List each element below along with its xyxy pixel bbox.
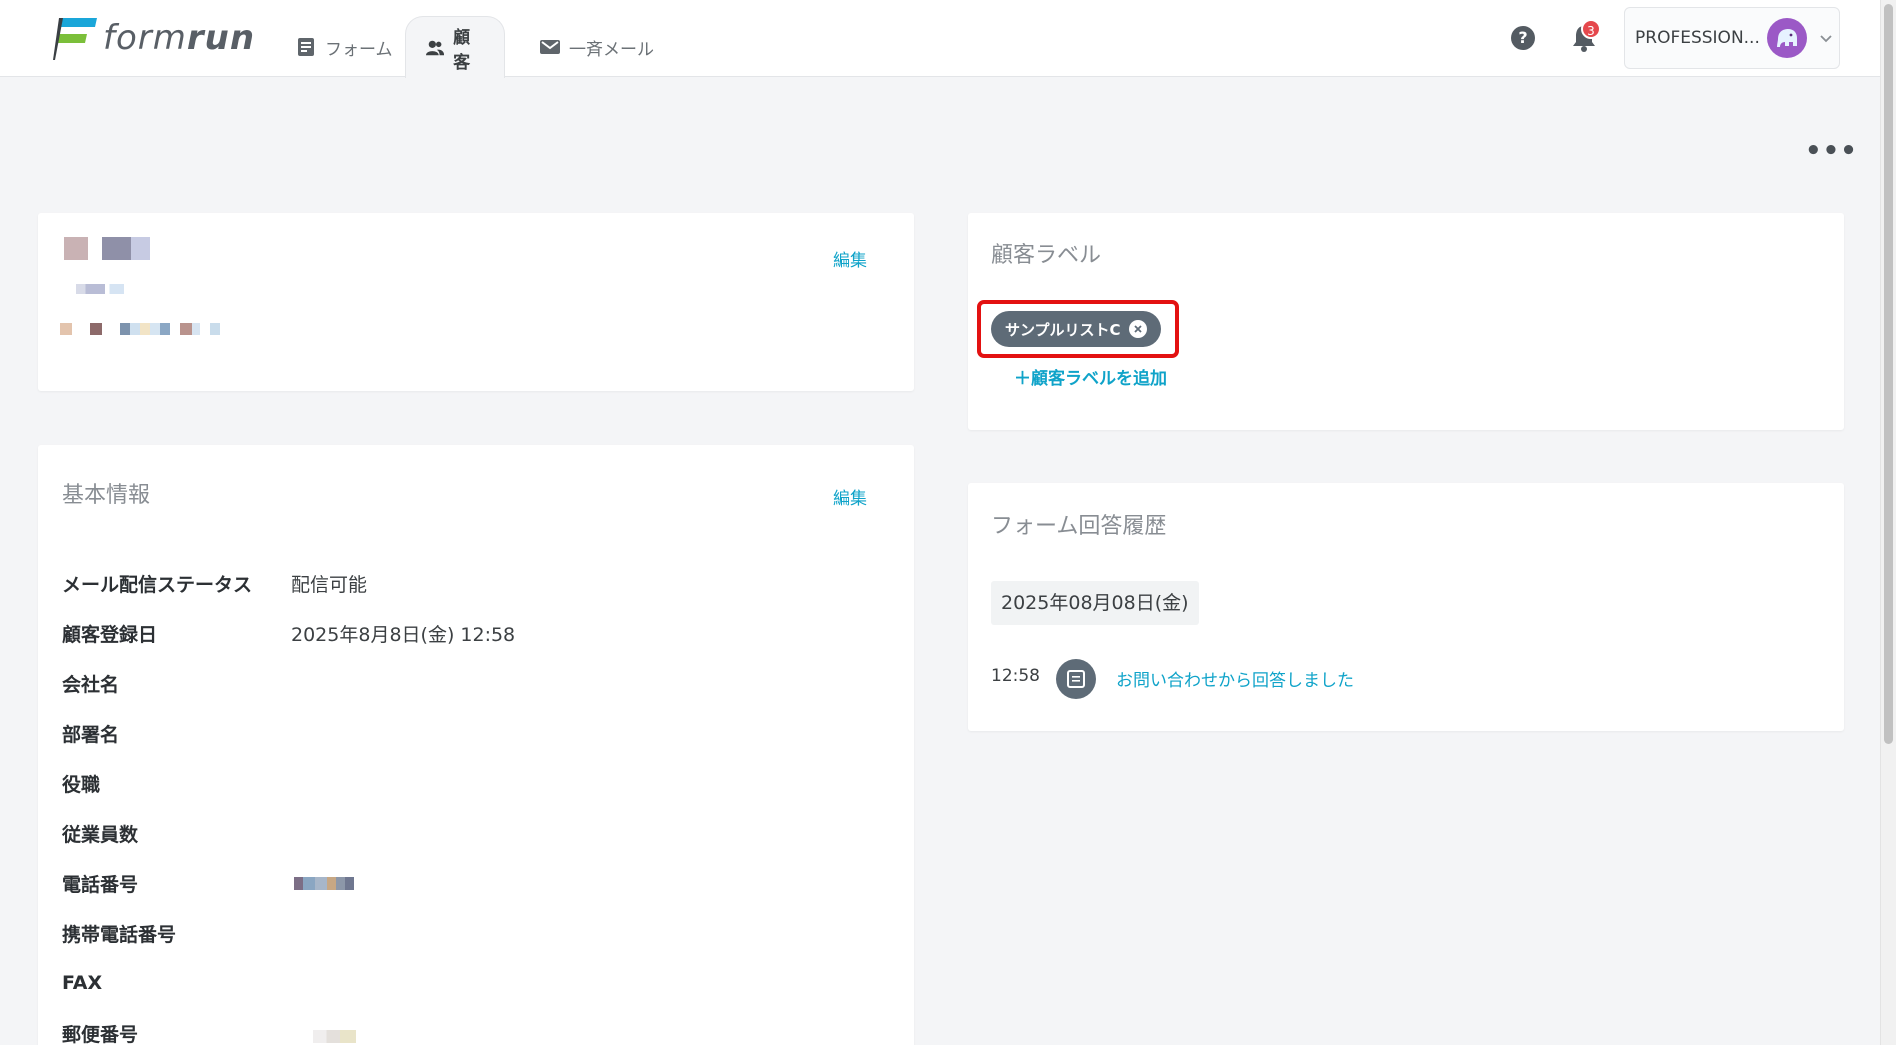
- info-label: 部署名: [62, 723, 120, 746]
- chevron-down-icon: [1820, 35, 1832, 43]
- logo-mark-icon: [53, 18, 97, 60]
- info-label: 電話番号: [62, 873, 139, 896]
- label-chip-text: サンプルリストC: [1005, 320, 1121, 339]
- info-row-fax: FAX: [62, 968, 291, 998]
- tab-forms[interactable]: フォーム: [276, 16, 413, 78]
- info-row-phone: 電話番号: [62, 868, 291, 898]
- info-row-company: 会社名: [62, 668, 291, 698]
- tab-customers-label: 顧客: [453, 27, 471, 73]
- mail-icon: [540, 40, 560, 54]
- form-history-title: フォーム回答履歴: [991, 514, 1167, 539]
- notification-badge: 3: [1581, 19, 1601, 39]
- info-label: 従業員数: [62, 823, 139, 846]
- history-time: 12:58: [991, 666, 1040, 686]
- redacted-kana-block: [76, 284, 124, 294]
- people-icon: [426, 40, 445, 55]
- help-icon[interactable]: ?: [1511, 26, 1535, 50]
- tab-customers[interactable]: 顧客: [405, 16, 505, 78]
- info-row-department: 部署名: [62, 718, 291, 748]
- logo-text: formrun: [103, 18, 256, 58]
- info-value: 配信可能: [291, 573, 368, 596]
- redacted-name-block: [64, 237, 88, 260]
- info-label: 郵便番号: [62, 1023, 139, 1045]
- remove-label-icon[interactable]: [1128, 320, 1147, 338]
- info-row-mail-status: メール配信ステータス 配信可能: [62, 568, 367, 598]
- tab-bulk-mail-label: 一斉メール: [569, 39, 654, 60]
- account-name: PROFESSION...: [1635, 28, 1760, 48]
- label-chip: サンプルリストC: [991, 311, 1161, 347]
- redacted-name-block: [102, 237, 150, 260]
- redacted-phone-block: [294, 877, 354, 890]
- top-header: formrun フォーム 顧客 一斉メール ? 3 PROFESSION...: [0, 0, 1880, 78]
- info-label: 携帯電話番号: [62, 923, 177, 946]
- info-row-registered-date: 顧客登録日 2025年8月8日(金) 12:58: [62, 618, 515, 648]
- customer-labels-title: 顧客ラベル: [991, 243, 1102, 268]
- tab-forms-label: フォーム: [325, 39, 393, 60]
- vertical-scrollbar[interactable]: [1880, 0, 1896, 1045]
- form-response-icon: [1056, 659, 1096, 699]
- info-label: 会社名: [62, 673, 120, 696]
- edit-profile-link[interactable]: 編集: [833, 246, 867, 271]
- info-row-postal-code: 郵便番号: [62, 1018, 291, 1045]
- info-label: FAX: [62, 972, 103, 994]
- info-row-employees: 従業員数: [62, 818, 291, 848]
- add-label-button[interactable]: ＋顧客ラベルを追加: [1014, 364, 1167, 389]
- info-label: 顧客登録日: [62, 623, 158, 646]
- scrollbar-thumb[interactable]: [1884, 4, 1893, 744]
- formrun-logo[interactable]: formrun: [53, 18, 256, 60]
- info-label: 役職: [62, 773, 101, 796]
- elephant-avatar-icon: [1777, 29, 1797, 47]
- basic-info-card: 基本情報 編集 メール配信ステータス 配信可能 顧客登録日 2025年8月8日(…: [38, 445, 914, 1045]
- history-date-badge: 2025年08月08日(金): [991, 581, 1199, 625]
- form-icon: [298, 38, 314, 56]
- customer-profile-card: 編集: [38, 213, 914, 391]
- account-menu[interactable]: PROFESSION...: [1624, 7, 1840, 69]
- more-options-icon[interactable]: •••: [1805, 136, 1858, 166]
- avatar: [1767, 18, 1807, 58]
- info-label: メール配信ステータス: [62, 573, 253, 596]
- redacted-postal-block: [302, 1030, 356, 1043]
- edit-basic-info-link[interactable]: 編集: [833, 484, 867, 509]
- basic-info-title: 基本情報: [62, 483, 151, 508]
- info-value: 2025年8月8日(金) 12:58: [291, 623, 516, 646]
- tab-bulk-mail[interactable]: 一斉メール: [520, 16, 674, 78]
- info-row-mobile: 携帯電話番号: [62, 918, 291, 948]
- history-entry-link[interactable]: お問い合わせから回答しました: [1116, 666, 1354, 691]
- info-row-title: 役職: [62, 768, 291, 798]
- redacted-email-block: [60, 323, 260, 335]
